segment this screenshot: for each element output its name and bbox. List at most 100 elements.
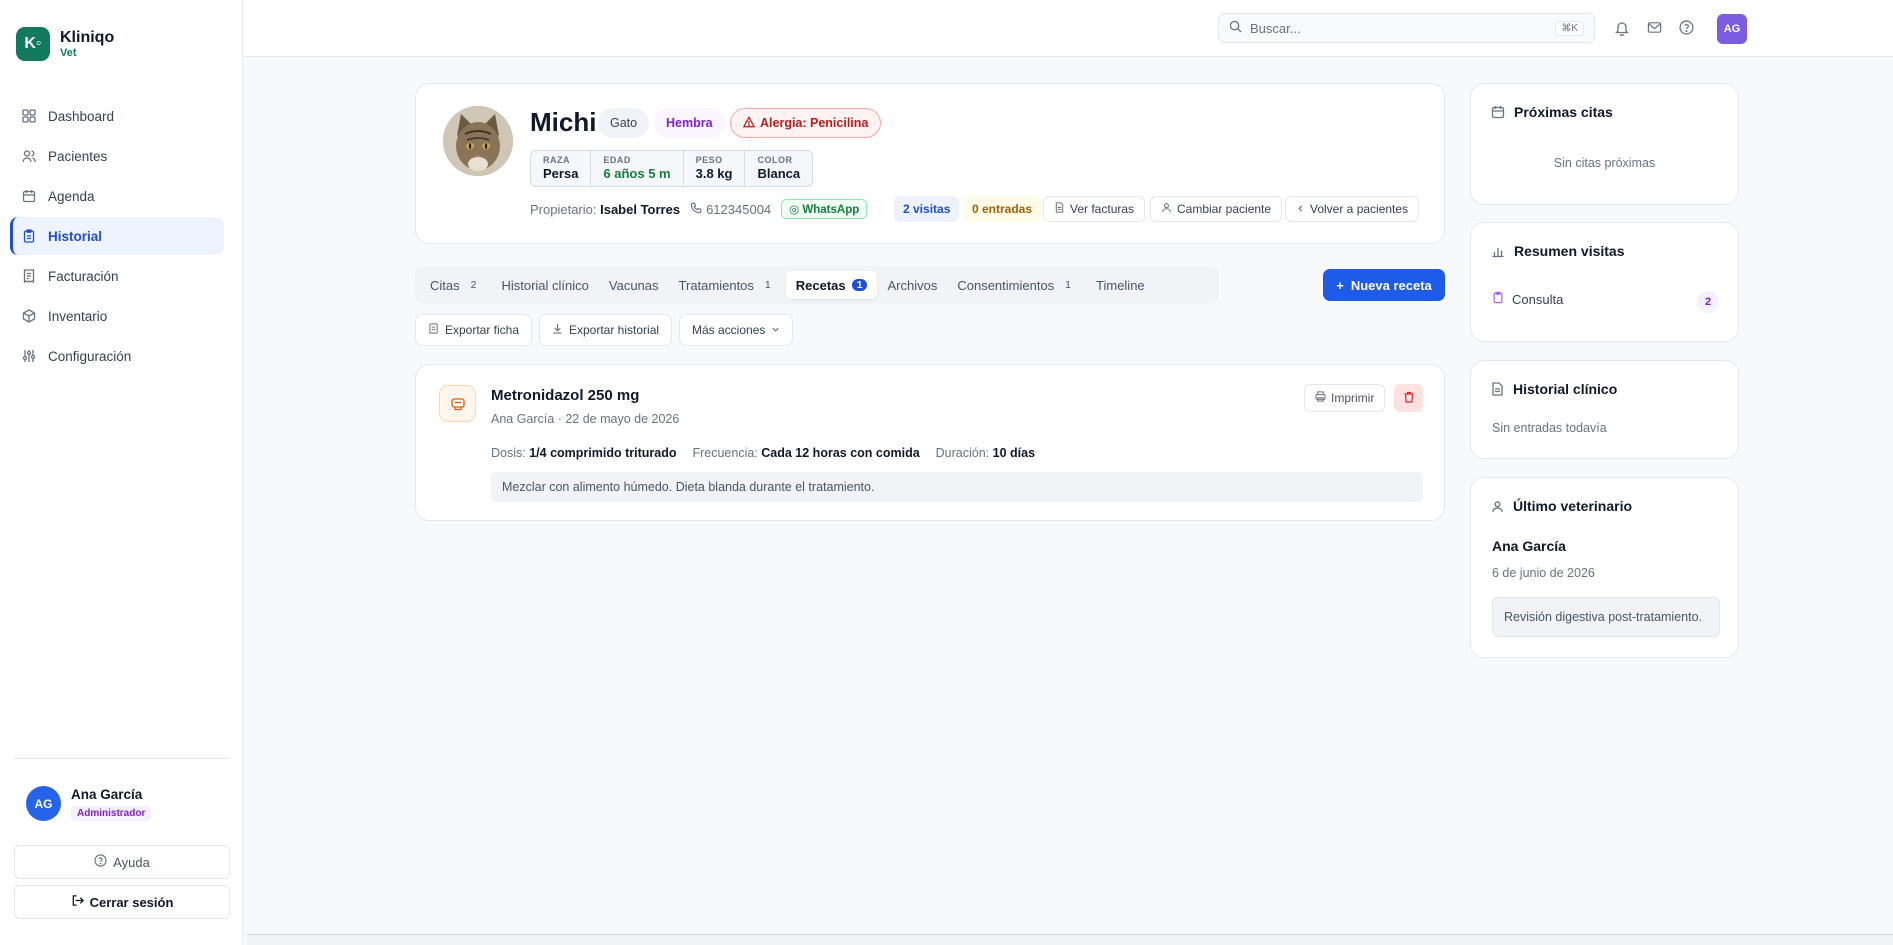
sidebar-item-facturacion[interactable]: Facturación (10, 257, 224, 295)
file-text-icon (1491, 382, 1504, 396)
chevron-down-icon (771, 323, 780, 337)
print-button[interactable]: Imprimir (1304, 384, 1386, 412)
bell-icon[interactable] (1614, 20, 1631, 37)
visits-badge[interactable]: 2 visitas (894, 196, 960, 222)
search-placeholder: Buscar... (1250, 20, 1301, 36)
tab-citas[interactable]: Citas 2 (420, 271, 491, 299)
card-title: Último veterinario (1491, 498, 1632, 514)
card-title: Próximas citas (1491, 104, 1613, 120)
tab-vacunas[interactable]: Vacunas (599, 271, 669, 299)
empty-state: Sin entradas todavía (1492, 421, 1607, 435)
sidebar-item-pacientes[interactable]: Pacientes (10, 137, 224, 175)
sidebar-item-inventario[interactable]: Inventario (10, 297, 224, 335)
new-prescription-label: Nueva receta (1350, 277, 1432, 293)
search-input[interactable]: Buscar... ⌘K (1218, 13, 1595, 43)
whatsapp-button[interactable]: ◎ WhatsApp (781, 199, 868, 219)
prescription-details: Dosis: 1/4 comprimido triturado Frecuenc… (491, 446, 1035, 460)
last-vet-card: Último veterinario Ana García 6 de junio… (1470, 477, 1739, 658)
change-patient-label: Cambiar paciente (1177, 202, 1272, 216)
search-icon (1229, 20, 1242, 36)
receipt-icon (22, 269, 36, 283)
sidebar-divider (14, 758, 230, 759)
download-icon (552, 323, 563, 337)
help-circle-icon[interactable] (1679, 20, 1695, 36)
delete-button[interactable] (1394, 384, 1423, 412)
change-patient-button[interactable]: Cambiar paciente (1150, 196, 1283, 222)
frequency-value: Cada 12 horas con comida (761, 446, 920, 460)
new-prescription-button[interactable]: + Nueva receta (1323, 269, 1445, 301)
duration-value: 10 días (992, 446, 1036, 460)
tab-label: Historial clínico (501, 277, 589, 293)
help-button[interactable]: Ayuda (14, 845, 230, 879)
stat-weight: PESO 3.8 kg (684, 151, 746, 186)
more-actions-button[interactable]: Más acciones (679, 314, 794, 346)
summary-item-label: Consulta (1512, 291, 1564, 307)
chevron-left-icon (1296, 202, 1305, 216)
upcoming-appointments-card: Próximas citas Sin citas próximas (1470, 83, 1739, 205)
vet-note: Revisión digestiva post-tratamiento. (1492, 597, 1720, 637)
users-icon (22, 149, 36, 163)
tab-label: Consentimientos (957, 277, 1055, 293)
grid-icon (22, 109, 36, 123)
owner-name[interactable]: Isabel Torres (600, 202, 680, 217)
avatar: AG (26, 786, 61, 821)
tab-archivos[interactable]: Archivos (877, 271, 947, 299)
whatsapp-icon: ◎ (789, 204, 800, 216)
sex-chip: Hembra (654, 108, 725, 138)
tab-recetas[interactable]: Recetas 1 (785, 271, 878, 299)
sidebar-item-historial[interactable]: Historial (10, 217, 224, 255)
plus-icon: + (1336, 277, 1344, 293)
export-history-button[interactable]: Exportar historial (539, 314, 673, 346)
calendar-icon (22, 189, 36, 203)
tab-label: Recetas (795, 277, 846, 293)
sidebar-item-agenda[interactable]: Agenda (10, 177, 224, 215)
dose-value: 1/4 comprimido triturado (529, 446, 677, 460)
tab-label: Tratamientos (678, 277, 754, 293)
back-to-patients-button[interactable]: Volver a pacientes (1285, 196, 1420, 222)
tab-consentimientos[interactable]: Consentimientos 1 (947, 271, 1086, 299)
tab-historial-clinico[interactable]: Historial clínico (491, 271, 598, 299)
tab-tratamientos[interactable]: Tratamientos 1 (669, 271, 786, 299)
view-invoices-label: Ver facturas (1070, 202, 1135, 216)
brand-subtitle: Vet (60, 46, 77, 59)
tab-label: Vacunas (608, 277, 659, 293)
logout-button[interactable]: Cerrar sesión (14, 885, 230, 919)
prescription-meta: Ana García · 22 de mayo de 2026 (491, 412, 680, 426)
tab-timeline[interactable]: Timeline (1086, 271, 1155, 299)
user-icon (1161, 202, 1172, 216)
user-card[interactable]: AG Ana García Administrador (26, 786, 152, 821)
phone[interactable]: 612345004 (690, 202, 771, 217)
card-title-text: Resumen visitas (1514, 243, 1625, 259)
sidebar-item-label: Facturación (48, 268, 119, 284)
stat-value: Persa (543, 166, 579, 181)
sidebar-item-configuracion[interactable]: Configuración (10, 337, 224, 375)
tab-label: Citas (430, 277, 460, 293)
topbar: Buscar... ⌘K AG (244, 0, 1893, 57)
more-actions-label: Más acciones (692, 323, 766, 337)
visit-summary-card: Resumen visitas Consulta 2 (1470, 222, 1739, 342)
export-sheet-button[interactable]: Exportar ficha (415, 314, 533, 346)
document-icon (428, 323, 439, 337)
brand-name: Kliniqo (60, 28, 115, 46)
brand[interactable]: K◦ Kliniqo Vet (16, 27, 114, 61)
stat-value: 6 años 5 m (603, 166, 671, 181)
user-name: Ana García (71, 786, 143, 802)
owner-row: Propietario: Isabel Torres 612345004 ◎ W… (530, 199, 868, 219)
view-invoices-button[interactable]: Ver facturas (1043, 196, 1146, 222)
user-icon (1491, 500, 1504, 513)
box-icon (22, 309, 36, 323)
sidebar: K◦ Kliniqo Vet Dashboard Pacientes Agend… (0, 0, 243, 945)
prescription-note: Mezclar con alimento húmedo. Dieta bland… (491, 472, 1423, 502)
duration: Duración: 10 días (935, 446, 1036, 460)
sidebar-item-label: Historial (48, 228, 103, 244)
stat-value: 3.8 kg (695, 166, 733, 181)
bottom-scroll-edge (247, 934, 1893, 945)
summary-item: Consulta (1492, 291, 1563, 307)
entries-badge[interactable]: 0 entradas (963, 196, 1042, 222)
trash-icon (1403, 391, 1415, 406)
user-avatar-button[interactable]: AG (1717, 14, 1747, 44)
sidebar-item-dashboard[interactable]: Dashboard (10, 97, 224, 135)
sidebar-item-label: Dashboard (48, 108, 115, 124)
mail-icon[interactable] (1647, 20, 1663, 36)
clipboard-icon (1492, 291, 1504, 307)
